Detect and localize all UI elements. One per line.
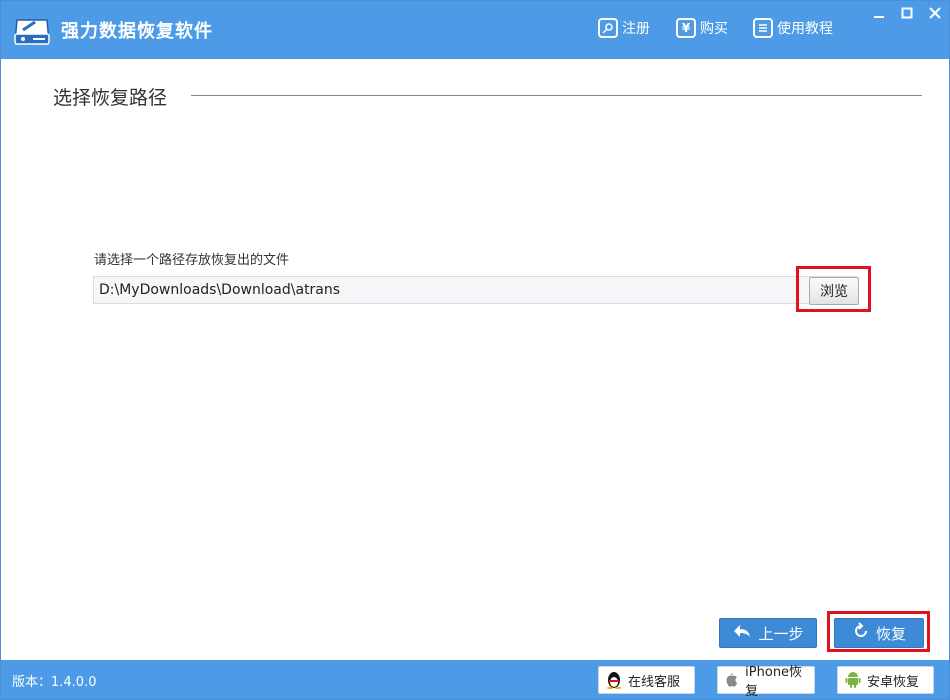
android-restore-button[interactable]: 安卓恢复 xyxy=(837,666,934,694)
path-input[interactable] xyxy=(93,276,857,304)
register-link[interactable]: 注册 xyxy=(598,17,650,39)
android-icon xyxy=(844,671,862,689)
hard-drive-icon xyxy=(13,14,51,48)
minimize-button[interactable] xyxy=(867,3,891,23)
path-label: 请选择一个路径存放恢复出的文件 xyxy=(94,253,290,268)
tutorial-label: 使用教程 xyxy=(777,21,833,37)
app-window: 强力数据恢复软件 注册 ¥ 购买 使用教程 选择恢复路径 请选择一个路径存放恢复… xyxy=(0,0,950,700)
section-divider xyxy=(191,95,922,96)
back-arrow-icon xyxy=(732,623,752,643)
key-icon xyxy=(598,18,618,38)
iphone-restore-label: iPhone恢复 xyxy=(745,665,803,699)
apple-icon xyxy=(724,671,740,689)
maximize-button[interactable] xyxy=(895,3,919,23)
document-icon xyxy=(753,18,773,38)
buy-link[interactable]: ¥ 购买 xyxy=(676,17,728,39)
version-text: 版本：1.4.0.0 xyxy=(12,675,97,690)
qq-penguin-icon xyxy=(605,671,623,689)
buy-label: 购买 xyxy=(700,21,728,37)
online-service-label: 在线客服 xyxy=(628,674,681,690)
previous-step-label: 上一步 xyxy=(758,624,804,643)
status-bar: 版本：1.4.0.0 在线客服 iPhone恢复 安卓恢复 xyxy=(1,660,949,699)
online-service-button[interactable]: 在线客服 xyxy=(598,666,695,694)
iphone-restore-button[interactable]: iPhone恢复 xyxy=(717,665,815,699)
yen-icon: ¥ xyxy=(676,18,696,38)
register-label: 注册 xyxy=(622,21,650,37)
restore-highlight xyxy=(827,611,930,652)
app-title: 强力数据恢复软件 xyxy=(61,21,213,42)
section-title: 选择恢复路径 xyxy=(53,87,168,109)
close-button[interactable] xyxy=(923,3,947,23)
tutorial-link[interactable]: 使用教程 xyxy=(753,17,833,39)
android-restore-label: 安卓恢复 xyxy=(867,674,920,690)
title-bar: 强力数据恢复软件 注册 ¥ 购买 使用教程 xyxy=(1,1,949,59)
previous-step-button[interactable]: 上一步 xyxy=(719,618,817,648)
browse-highlight xyxy=(796,266,871,312)
